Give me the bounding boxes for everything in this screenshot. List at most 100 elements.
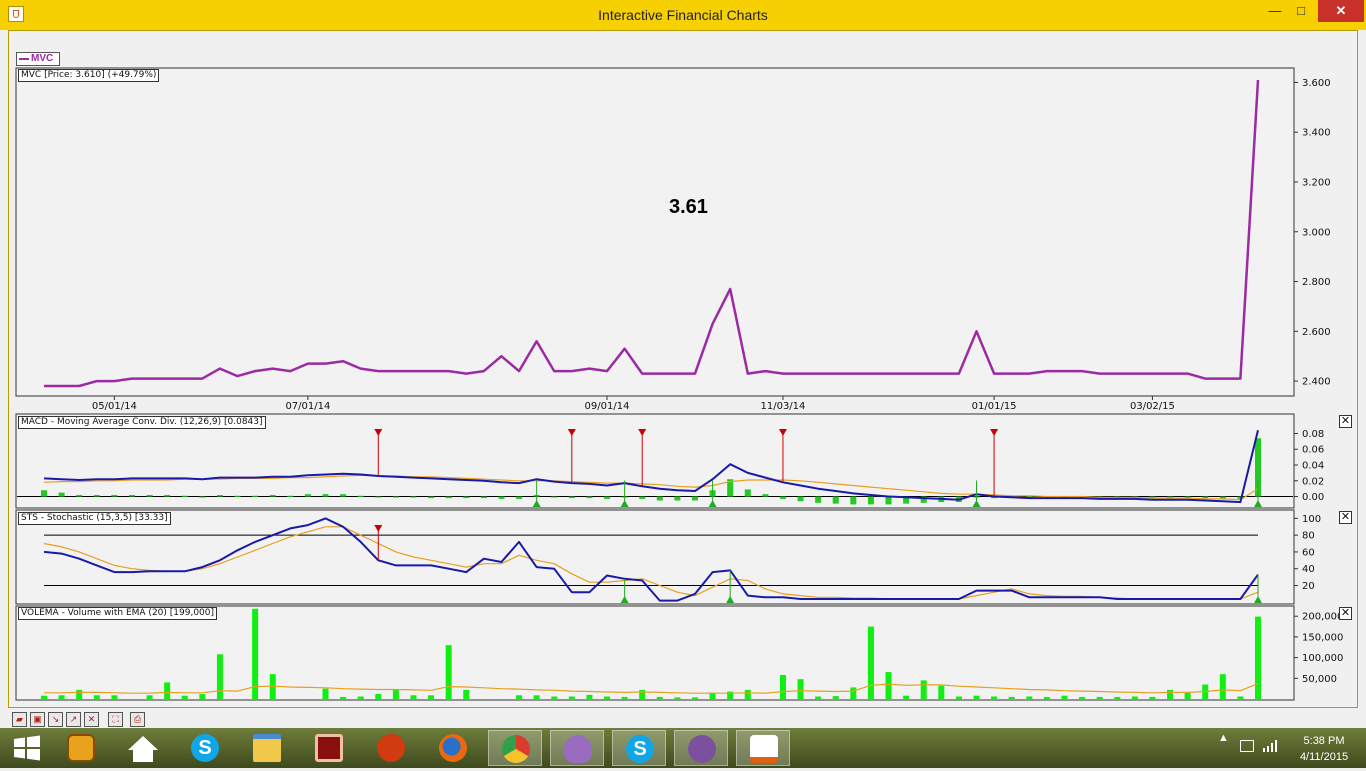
chart-canvas[interactable]: 2.400 2.600 2.800 3.000 3.200 3.400 3.600 05/01… (0, 0, 1366, 710)
firefox-icon (439, 734, 467, 762)
price-y-tick-label-6: 3.600 (1302, 78, 1331, 89)
taskbar-chrome[interactable] (488, 730, 542, 766)
windows-logo-icon (14, 735, 40, 761)
macd-hist-bar (656, 496, 663, 501)
taskbar-skype[interactable]: S (178, 730, 232, 766)
sts-y-tick-label-4: 100 (1302, 514, 1321, 525)
volume-bar (832, 696, 839, 699)
close-volema-pane-button[interactable]: ✕ (1339, 607, 1352, 620)
macd-y-tick-label-1: 0.02 (1302, 476, 1324, 487)
volume-bar (586, 694, 593, 699)
taskbar: S S (0, 728, 1366, 768)
volume-bar (850, 687, 857, 699)
macd-hist-bar (252, 495, 259, 497)
macd-hist-bar (885, 496, 892, 505)
network-icon[interactable] (1240, 740, 1254, 752)
volume-bar (199, 694, 206, 699)
volume-bar (93, 695, 100, 699)
taskbar-home[interactable] (116, 730, 170, 766)
volume-bar (58, 695, 65, 699)
macd-hist-bar (480, 496, 487, 499)
macd-hist-bar (463, 496, 470, 499)
macd-hist-bar (850, 496, 857, 505)
reset-tool-icon[interactable]: ✕ (84, 712, 99, 727)
close-sts-pane-button[interactable]: ✕ (1339, 511, 1352, 524)
macd-hist-bar (164, 494, 171, 497)
volume-bar (516, 695, 523, 699)
volume-bar (1255, 616, 1261, 699)
macd-hist-bar (41, 490, 47, 497)
viber-icon (688, 735, 716, 763)
save-tool-icon[interactable]: ▣ (30, 712, 45, 727)
volume-bar (991, 696, 998, 699)
macd-hist-bar (146, 494, 153, 497)
volume-bar (216, 654, 223, 699)
clock-time: 5:38 PM (1303, 735, 1345, 747)
open-tool-icon[interactable]: ▰ (12, 712, 27, 727)
volume-bar (815, 696, 822, 699)
macd-hist-bar (762, 494, 769, 497)
sts-y-tick-label-0: 20 (1302, 581, 1315, 592)
volume-bar (621, 696, 628, 699)
price-pane (15, 67, 1295, 397)
volume-bar (375, 694, 382, 699)
system-clock[interactable]: 5:38 PM 4/11/2015 (1290, 733, 1358, 765)
taskbar-explorer[interactable] (240, 730, 294, 766)
volume-bar (410, 695, 417, 699)
volume-bar (1219, 674, 1226, 699)
volume-bar (1131, 696, 1138, 699)
volume-bar (1114, 696, 1121, 699)
macd-hist-bar (445, 496, 452, 499)
x-tick-label-5: 03/02/15 (1130, 401, 1175, 412)
volume-bar (1079, 696, 1086, 699)
macd-hist-bar (498, 496, 505, 499)
taskbar-skype-2[interactable]: S (612, 730, 666, 766)
macd-hist-bar (779, 496, 786, 499)
vol-y-tick-label-2: 150,000 (1302, 632, 1343, 643)
volume-bar (1167, 689, 1174, 699)
volume-bar (533, 695, 540, 699)
macd-hist-bar (181, 495, 188, 497)
macd-hist-bar (586, 496, 593, 499)
macd-hist-bar (357, 495, 364, 497)
signal-icon[interactable] (1263, 740, 1279, 755)
volema-pane (15, 605, 1295, 701)
show-hidden-icons-button[interactable]: ▲ (1218, 732, 1229, 744)
macd-hist-bar (111, 494, 118, 497)
close-macd-pane-button[interactable]: ✕ (1339, 415, 1352, 428)
taskbar-mascot[interactable] (364, 730, 418, 766)
taskbar-game[interactable] (302, 730, 356, 766)
volume-bar (357, 696, 364, 699)
volume-bar (691, 697, 698, 699)
sts-y-tick-label-3: 80 (1302, 531, 1315, 542)
volume-bar (1061, 695, 1068, 699)
zoom-in-tool-icon[interactable]: ↘ (48, 712, 63, 727)
macd-hist-bar (691, 496, 698, 501)
taskbar-firefox[interactable] (426, 730, 480, 766)
zoom-out-tool-icon[interactable]: ↗ (66, 712, 81, 727)
fit-tool-icon[interactable]: ⛶ (108, 712, 123, 727)
taskbar-java[interactable] (736, 730, 790, 766)
volume-bar (938, 685, 945, 699)
macd-hist-bar (568, 496, 575, 499)
macd-hist-bar (674, 496, 681, 501)
taskbar-file-manager[interactable] (54, 730, 108, 766)
macd-hist-bar (128, 494, 135, 497)
volume-bar (76, 689, 83, 699)
start-button[interactable] (0, 730, 54, 766)
taskbar-viber-media[interactable] (550, 730, 604, 766)
vol-y-tick-label-0: 50,000 (1302, 674, 1337, 685)
macd-hist-bar (76, 494, 83, 497)
symbol-legend[interactable]: MVC (16, 52, 60, 66)
price-pane-label: MVC [Price: 3.610] (+49.79%) (18, 69, 160, 82)
macd-hist-bar (199, 496, 206, 498)
x-tick-label-2: 09/01/14 (585, 401, 630, 412)
price-y-tick-label-5: 3.400 (1302, 128, 1331, 139)
taskbar-viber[interactable] (674, 730, 728, 766)
volume-bar (340, 696, 347, 699)
x-tick-label-3: 11/03/14 (760, 401, 805, 412)
macd-hist-bar (1202, 496, 1209, 499)
volume-bar (604, 696, 611, 699)
print-tool-icon[interactable]: ⎙ (130, 712, 145, 727)
volume-bar (1184, 692, 1191, 699)
